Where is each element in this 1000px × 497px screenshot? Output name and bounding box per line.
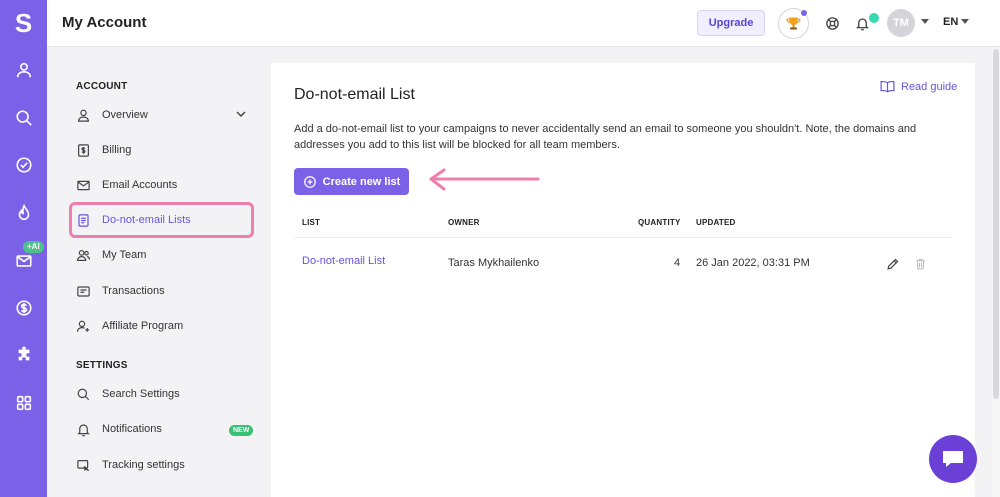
sidebar-item-label: Transactions bbox=[102, 285, 165, 297]
description-text: Add a do-not-email list to your campaign… bbox=[294, 123, 917, 151]
sidebar-item-do-not-email-lists[interactable]: Do-not-email Lists bbox=[75, 209, 255, 231]
column-header-quantity: QUANTITY bbox=[638, 218, 681, 227]
page-title: My Account bbox=[62, 14, 147, 31]
puzzle-icon[interactable] bbox=[13, 344, 35, 366]
updated-cell: 26 Jan 2022, 03:31 PM bbox=[696, 257, 810, 269]
list-name-link[interactable]: Do-not-email List bbox=[302, 255, 385, 267]
owner-cell: Taras Mykhailenko bbox=[448, 257, 540, 269]
pointer-arrow bbox=[429, 168, 540, 191]
table-divider bbox=[294, 237, 952, 238]
bell-icon bbox=[75, 421, 91, 437]
sidebar-item-overview[interactable]: Overview bbox=[75, 104, 255, 126]
sidebar-item-email-accounts[interactable]: Email Accounts bbox=[75, 174, 255, 196]
chevron-down-icon[interactable] bbox=[921, 19, 929, 24]
user-icon bbox=[75, 107, 91, 123]
scrollbar-thumb[interactable] bbox=[993, 49, 999, 399]
sidebar-item-label: My Team bbox=[102, 249, 147, 261]
sidebar-item-label: Notifications bbox=[102, 423, 162, 435]
main-card: Do-not-email List Read guide Add a do-no… bbox=[271, 63, 975, 497]
sidebar-item-label: Search Settings bbox=[102, 388, 180, 400]
top-header: My Account Upgrade TM EN bbox=[47, 0, 1000, 47]
book-icon bbox=[880, 80, 895, 93]
doc-list-icon bbox=[75, 212, 91, 228]
sidebar-item-label: Billing bbox=[102, 144, 132, 156]
mail-icon[interactable] bbox=[13, 250, 35, 272]
create-new-list-button[interactable]: Create new list bbox=[294, 168, 409, 195]
dollar-icon[interactable] bbox=[13, 297, 35, 319]
read-guide-label: Read guide bbox=[901, 80, 958, 93]
chat-icon bbox=[943, 451, 963, 467]
section-heading-account: ACCOUNT bbox=[76, 81, 128, 92]
sidebar-item-transactions[interactable]: Transactions bbox=[75, 280, 255, 302]
trophy-dot bbox=[801, 10, 807, 16]
page-scrollbar[interactable] bbox=[992, 47, 1000, 497]
sidebar-item-billing[interactable]: Billing bbox=[75, 139, 255, 161]
column-header-updated: UPDATED bbox=[696, 218, 736, 227]
sidebar-item-my-team[interactable]: My Team bbox=[75, 244, 255, 266]
flame-icon[interactable] bbox=[13, 202, 35, 224]
plus-circle-icon bbox=[303, 175, 316, 188]
read-guide-link[interactable]: Read guide bbox=[880, 80, 957, 93]
sidebar-item-notifications[interactable]: Notifications bbox=[75, 418, 255, 440]
support-icon[interactable] bbox=[823, 14, 841, 32]
team-icon bbox=[75, 247, 91, 263]
card-icon bbox=[75, 283, 91, 299]
sidebar-item-label: Overview bbox=[102, 109, 148, 121]
notification-dot bbox=[869, 13, 879, 23]
search-icon bbox=[75, 386, 91, 402]
sidebar-item-search-settings[interactable]: Search Settings bbox=[75, 383, 255, 405]
sidebar-item-affiliate-program[interactable]: Affiliate Program bbox=[75, 315, 255, 337]
sidebar-item-label: Affiliate Program bbox=[102, 320, 184, 332]
avatar[interactable]: TM bbox=[887, 9, 915, 37]
column-header-list: LIST bbox=[302, 218, 321, 227]
settings-sidebar: ACCOUNT Overview Billing Email Accounts … bbox=[47, 48, 271, 497]
section-title: Do-not-email List bbox=[294, 86, 415, 103]
language-selector[interactable]: EN bbox=[943, 16, 958, 28]
tracking-icon bbox=[75, 457, 91, 473]
check-circle-icon[interactable] bbox=[13, 154, 35, 176]
sidebar-item-label: Tracking settings bbox=[102, 459, 185, 471]
upgrade-button[interactable]: Upgrade bbox=[697, 10, 765, 36]
mail-icon bbox=[75, 177, 91, 193]
grid-icon[interactable] bbox=[13, 392, 35, 414]
quantity-cell: 4 bbox=[674, 257, 681, 269]
trophy-icon bbox=[786, 17, 801, 30]
trophy-button[interactable] bbox=[778, 8, 809, 39]
sidebar-item-label: Do-not-email Lists bbox=[102, 214, 191, 226]
create-new-list-label: Create new list bbox=[322, 175, 401, 188]
chat-button[interactable] bbox=[929, 435, 977, 483]
sidebar-item-tracking-settings[interactable]: Tracking settings bbox=[75, 454, 255, 476]
person-icon[interactable] bbox=[13, 59, 35, 81]
trash-icon[interactable] bbox=[912, 256, 928, 272]
edit-icon[interactable] bbox=[885, 256, 901, 272]
chevron-down-icon[interactable] bbox=[961, 19, 969, 24]
search-icon[interactable] bbox=[13, 107, 35, 129]
column-header-owner: OWNER bbox=[448, 218, 480, 227]
user-plus-icon bbox=[75, 318, 91, 334]
chevron-down-icon[interactable] bbox=[236, 110, 246, 118]
dollar-doc-icon bbox=[75, 142, 91, 158]
app-rail: S +AI bbox=[0, 0, 47, 497]
sidebar-item-label: Email Accounts bbox=[102, 179, 178, 191]
section-heading-settings: SETTINGS bbox=[76, 360, 128, 371]
new-badge: NEW bbox=[229, 425, 254, 436]
app-logo[interactable]: S bbox=[0, 6, 47, 40]
